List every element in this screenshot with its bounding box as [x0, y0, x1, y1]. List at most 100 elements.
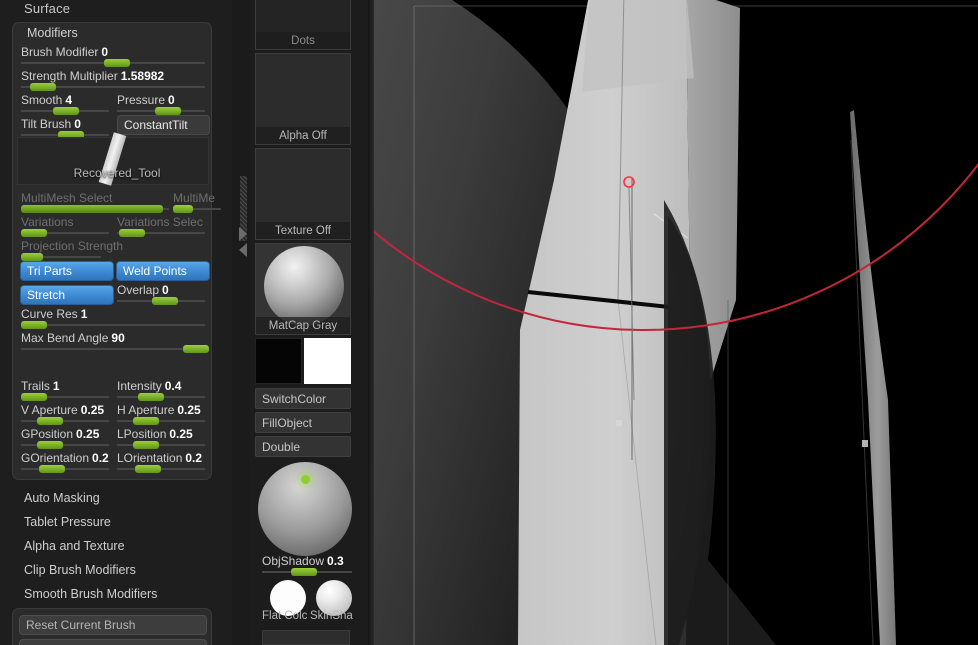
slider-projection-strength[interactable]: Projection Strength	[21, 239, 205, 263]
slider-brush-modifier[interactable]: Brush Modifier 0	[21, 45, 205, 69]
slider-knob[interactable]	[21, 393, 47, 401]
slider-track	[21, 420, 109, 422]
texture-thumbnail-label: Texture Off	[256, 222, 350, 239]
section-tablet-pressure[interactable]: Tablet Pressure	[24, 515, 111, 529]
slider-knob[interactable]	[138, 393, 165, 401]
slider-knob[interactable]	[103, 59, 130, 67]
constant-tilt-button[interactable]: ConstantTilt	[117, 115, 210, 135]
slider-label: LOrientation 0.2	[117, 451, 203, 465]
slider-knob[interactable]	[173, 205, 193, 213]
slider-multimesh-select[interactable]: MultiMesh Select	[21, 191, 169, 215]
slider-track	[117, 468, 205, 470]
slider-knob[interactable]	[152, 297, 179, 305]
section-alpha-and-texture[interactable]: Alpha and Texture	[24, 539, 125, 553]
slider-knob[interactable]	[52, 107, 79, 115]
slider-knob[interactable]	[182, 345, 209, 353]
slider-strength-multiplier[interactable]: Strength Multiplier 1.58982	[21, 69, 205, 93]
slider-track	[21, 444, 109, 446]
slider-label: Tilt Brush 0	[21, 117, 81, 131]
slider-label: Trails 1	[21, 379, 60, 393]
slider-lorientation[interactable]: LOrientation 0.2	[117, 451, 205, 475]
flat-color-shader-label: Flat Colc	[262, 610, 308, 622]
slider-gorientation[interactable]: GOrientation 0.2	[21, 451, 109, 475]
slider-knob[interactable]	[21, 321, 47, 329]
slider-pressure[interactable]: Pressure 0	[117, 93, 205, 117]
panel-divider[interactable]	[238, 0, 250, 645]
slider-knob[interactable]	[132, 441, 159, 449]
weld-points-button[interactable]: Weld Points	[116, 261, 210, 281]
slider-variations[interactable]: Variations	[21, 215, 109, 239]
right-thin-fin	[850, 110, 896, 645]
slider-lposition[interactable]: LPosition 0.25	[117, 427, 205, 451]
modifiers-group: Modifiers Brush Modifier 0 Strength Multi…	[12, 22, 221, 480]
brush-reset-group: Reset Current Brush	[12, 608, 212, 645]
current-tool-thumbnail[interactable]: Recovered_Tool	[17, 132, 209, 186]
slider-label: Projection Strength	[21, 239, 124, 253]
material-thumbnail[interactable]: MatCap Gray	[255, 243, 351, 335]
alpha-thumbnail[interactable]: Alpha Off	[255, 53, 351, 145]
secondary-color-swatch[interactable]	[304, 338, 351, 384]
section-clip-brush-modifiers[interactable]: Clip Brush Modifiers	[24, 563, 136, 577]
app-window: Surface Modifiers Brush Modifier 0 Streng…	[0, 0, 978, 645]
stroke-thumbnail-label: Dots	[256, 32, 350, 49]
slider-label: Curve Res 1	[21, 307, 88, 321]
collapse-left-arrow-icon[interactable]	[239, 243, 247, 257]
slider-h-aperture[interactable]: H Aperture 0.25	[117, 403, 205, 427]
stretch-button[interactable]: Stretch	[20, 285, 114, 305]
fill-object-button[interactable]: FillObject	[255, 412, 351, 433]
modifiers-group-header: Modifiers	[27, 26, 78, 40]
slider-knob[interactable]	[30, 83, 57, 91]
reset-all-brushes-button[interactable]	[19, 639, 207, 645]
slider-smooth[interactable]: Smooth 4	[21, 93, 109, 117]
slider-label: MultiMesh Select	[21, 191, 113, 205]
double-button[interactable]: Double	[255, 436, 351, 457]
slider-knob[interactable]	[21, 229, 47, 237]
slider-track	[21, 348, 205, 350]
light-position-handle[interactable]	[301, 475, 310, 484]
stroke-thumbnail-dots[interactable]: Dots	[255, 0, 351, 50]
slider-curve-res[interactable]: Curve Res 1	[21, 307, 205, 331]
slider-v-aperture[interactable]: V Aperture 0.25	[21, 403, 109, 427]
slider-label: ObjShadow 0.3	[262, 554, 344, 568]
skinshade-shader-label: SkinSha	[310, 610, 353, 622]
slider-knob[interactable]	[38, 465, 65, 473]
slider-intensity[interactable]: Intensity 0.4	[117, 379, 205, 403]
sculpt-scene	[368, 0, 978, 645]
slider-knob[interactable]	[132, 417, 159, 425]
slider-gposition[interactable]: GPosition 0.25	[21, 427, 109, 451]
reset-current-brush-button[interactable]: Reset Current Brush	[19, 615, 207, 635]
texture-thumbnail[interactable]: Texture Off	[255, 148, 351, 240]
slider-variations-select[interactable]: Variations Selec	[117, 215, 221, 239]
slider-label: Intensity 0.4	[117, 379, 182, 393]
slider-objshadow[interactable]: ObjShadow 0.3	[262, 554, 352, 578]
main-slab-bevel	[582, 0, 694, 92]
tri-parts-button[interactable]: Tri Parts	[20, 261, 114, 281]
slider-knob[interactable]	[36, 441, 63, 449]
primary-color-swatch[interactable]	[255, 338, 302, 384]
page-title: Surface	[24, 1, 71, 16]
tool-thumbnail-label: Recovered_Tool	[73, 166, 161, 180]
material-thumbnail-label: MatCap Gray	[256, 317, 350, 334]
slider-knob[interactable]	[119, 229, 146, 237]
expand-right-arrow-icon[interactable]	[239, 227, 247, 241]
slider-overlap[interactable]: Overlap 0	[117, 283, 205, 307]
slider-max-bend-angle[interactable]: Max Bend Angle 90	[21, 331, 209, 355]
transform-handle	[616, 420, 622, 426]
slider-knob[interactable]	[36, 417, 63, 425]
section-auto-masking[interactable]: Auto Masking	[24, 491, 100, 505]
brush-palette-column: Dots Alpha Off Texture Off MatCap Gray S…	[250, 0, 368, 645]
slider-knob[interactable]	[290, 568, 317, 576]
slider-knob[interactable]	[154, 107, 181, 115]
slider-knob[interactable]	[21, 253, 43, 261]
switch-color-button[interactable]: SwitchColor	[255, 388, 351, 409]
slider-label: MultiMe	[173, 191, 216, 205]
slider-label: LPosition 0.25	[117, 427, 193, 441]
slider-knob[interactable]	[134, 465, 161, 473]
3d-canvas[interactable]	[368, 0, 978, 645]
slider-multimesh[interactable]: MultiMe	[173, 191, 221, 215]
section-smooth-brush-modifiers[interactable]: Smooth Brush Modifiers	[24, 587, 157, 601]
slider-trails[interactable]: Trails 1	[21, 379, 109, 403]
matcap-sphere-preview	[264, 246, 344, 326]
slider-label: Max Bend Angle 90	[21, 331, 125, 345]
shader-slot-placeholder[interactable]	[262, 630, 350, 645]
